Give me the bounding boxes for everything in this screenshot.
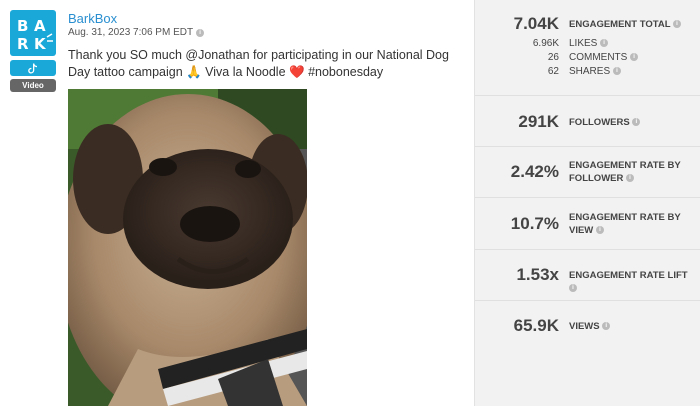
metrics-panel: 7.04K ENGAGEMENT TOTAL i 6.96K LIKES i 2… — [474, 0, 700, 406]
tiktok-icon — [10, 60, 56, 76]
post-text: Thank you SO much @Jonathan for particip… — [68, 48, 449, 79]
info-icon[interactable]: i — [612, 67, 621, 76]
svg-text:B: B — [17, 17, 28, 35]
info-icon[interactable]: i — [602, 322, 611, 331]
post-meta: Aug. 31, 2023 7:06 PM EDT i — [68, 27, 205, 38]
info-icon[interactable]: i — [672, 20, 681, 29]
info-icon[interactable]: i — [600, 39, 609, 48]
followers-value: 291K — [518, 112, 559, 131]
followers-label: FOLLOWERS i — [569, 116, 697, 129]
engagement-total-label: ENGAGEMENT TOTAL i — [569, 18, 697, 31]
info-icon[interactable]: i — [569, 284, 577, 293]
svg-text:R: R — [17, 35, 29, 53]
views-value: 65.9K — [513, 316, 559, 335]
engagement-rate-follower-label: ENGAGEMENT RATE BY FOLLOWER i — [569, 160, 681, 184]
engagement-rate-view-value: 10.7% — [510, 214, 559, 233]
info-icon[interactable]: i — [632, 118, 641, 127]
engagement-total-row: 7.04K ENGAGEMENT TOTAL i 6.96K LIKES i 2… — [475, 0, 700, 96]
engagement-rate-follower-row: 2.42% ENGAGEMENT RATE BY FOLLOWER i — [475, 147, 700, 198]
svg-text:K: K — [34, 35, 47, 53]
info-icon[interactable]: i — [626, 174, 634, 183]
engagement-rate-view-row: 10.7% ENGAGEMENT RATE BY VIEW i — [475, 198, 700, 250]
followers-row: 291K FOLLOWERS i — [475, 96, 700, 147]
info-icon[interactable]: i — [630, 53, 639, 62]
likes-value: 6.96K — [532, 38, 559, 49]
comments-value: 26 — [547, 52, 559, 63]
engagement-rate-follower-value: 2.42% — [510, 162, 559, 181]
pug-photo[interactable] — [68, 89, 307, 406]
views-row: 65.9K VIEWS i — [475, 301, 700, 352]
shares-value: 62 — [547, 66, 559, 77]
engagement-rate-lift-label: ENGAGEMENT RATE LIFT i — [569, 270, 688, 293]
engagement-rate-lift-value: 1.53x — [516, 265, 559, 284]
svg-text:A: A — [34, 17, 46, 35]
comments-label: COMMENTS i — [569, 52, 639, 63]
likes-label: LIKES i — [569, 38, 609, 49]
info-icon[interactable]: i — [595, 226, 604, 235]
video-type-badge: Video — [10, 79, 56, 92]
shares-label: SHARES i — [569, 66, 621, 77]
post-timestamp: Aug. 31, 2023 7:06 PM EDT — [68, 27, 194, 38]
engagement-total-value: 7.04K — [513, 14, 559, 33]
author-name[interactable]: BarkBox — [68, 11, 117, 26]
engagement-rate-lift-row: 1.53x ENGAGEMENT RATE LIFT i — [475, 250, 700, 301]
info-icon[interactable]: i — [196, 28, 205, 37]
engagement-rate-view-label: ENGAGEMENT RATE BY VIEW i — [569, 212, 681, 236]
barkbox-logo[interactable]: B A R K — [10, 10, 56, 56]
views-label: VIEWS i — [569, 320, 697, 333]
post-panel: B A R K Video BarkBox Aug. 31, 2023 7:06… — [0, 0, 474, 406]
